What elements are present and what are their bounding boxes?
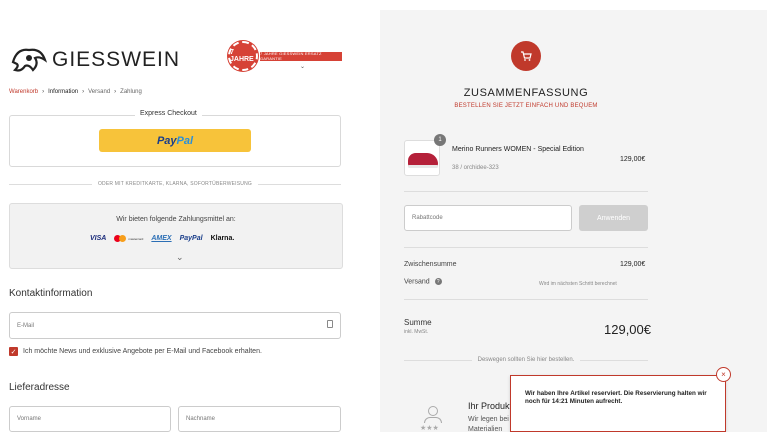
subtotal-value: 129,00€ (620, 261, 646, 268)
divider-line (404, 247, 648, 248)
total-value: 129,00€ (604, 322, 651, 337)
reservation-message: Wir haben Ihre Artikel reserviert. Die R… (525, 390, 707, 405)
lastname-placeholder: Nachname (186, 416, 216, 422)
divider-line (9, 183, 92, 185)
divider-line (404, 299, 648, 300)
email-placeholder: E-Mail (17, 322, 35, 329)
divider-line (404, 191, 648, 192)
total-label: Summe (404, 318, 432, 327)
shipping-row: Versand ? (404, 278, 442, 285)
summary-subtitle: BESTELLEN SIE JETZT EINFACH UND BEQUEM (454, 103, 598, 109)
chevron-down-icon[interactable]: ⌄ (300, 63, 305, 70)
contact-card-icon (327, 320, 333, 328)
guarantee-text: 7 JAHRE GIESSWEIN ERSATZ GARANTIE (260, 51, 342, 61)
close-icon[interactable]: × (716, 367, 731, 382)
mastercard-logo: mastercard (114, 235, 143, 242)
cart-glyph (521, 51, 532, 61)
amex-logo: AMEX (151, 235, 172, 242)
divider-line (580, 359, 649, 361)
breadcrumb-cart[interactable]: Warenkorb (9, 89, 38, 95)
why-order-divider: Deswegen sollten Sie hier bestellen. (404, 357, 649, 363)
mastercard-text: mastercard (128, 236, 144, 241)
newsletter-option[interactable]: ✓ Ich möchte News und exklusive Angebote… (9, 347, 262, 356)
guarantee-seal-icon: 7 JAHRE (228, 41, 258, 71)
brand-logo[interactable]: GIESSWEIN (9, 44, 180, 76)
product-name: Merino Runners WOMEN - Special Edition (452, 146, 584, 153)
shipping-label: Versand (404, 278, 430, 286)
apply-coupon-button[interactable]: Anwenden (579, 205, 648, 231)
paypal-logo: PayPal (179, 235, 203, 242)
avatar-body (424, 417, 442, 423)
benefit-title: Ihr Produkt (468, 401, 513, 411)
payment-methods-box[interactable]: Wir bieten folgende Zahlungsmittel an: V… (9, 203, 343, 269)
chevron-right-icon: › (114, 89, 117, 95)
breadcrumb-shipping: Versand (88, 89, 111, 95)
divider-text: ODER MIT KREDITKARTE, KLARNA, SOFORTÜBER… (97, 181, 253, 187)
paypal-label-part1: Pay (156, 134, 177, 147)
user-rating-icon: ★★★ (420, 406, 446, 432)
newsletter-label: Ich möchte News und exklusive Angebote p… (23, 348, 262, 355)
divider-line (258, 183, 341, 185)
stars-icon: ★★★ (420, 425, 439, 432)
coupon-placeholder: Rabattcode (412, 215, 443, 221)
brand-name: GIESSWEIN (52, 48, 181, 71)
payment-divider: ODER MIT KREDITKARTE, KLARNA, SOFORTÜBER… (9, 179, 341, 189)
cart-icon (511, 41, 541, 71)
firstname-placeholder: Vorname (17, 416, 42, 422)
firstname-field[interactable]: Vorname (9, 406, 171, 432)
paypal-express-button[interactable]: Pay Pal (99, 129, 251, 152)
product-image (404, 140, 440, 176)
divider-line (404, 359, 472, 361)
summary-title: ZUSAMMENFASSUNG (463, 87, 589, 99)
shoe-sole-shape (408, 165, 438, 168)
subtotal-label: Zwischensumme (404, 261, 457, 268)
product-variant: 38 / orchidee-323 (452, 165, 499, 171)
checkout-page: GIESSWEIN 7 JAHRE 7 JAHRE GIESSWEIN ERSA… (0, 0, 767, 432)
breadcrumb-payment: Zahlung (120, 89, 142, 95)
breadcrumb: Warenkorb › Information › Versand › Zahl… (9, 89, 142, 95)
chevron-right-icon: › (82, 89, 85, 95)
help-icon[interactable]: ? (434, 278, 442, 285)
guarantee-banner[interactable]: 7 JAHRE 7 JAHRE GIESSWEIN ERSATZ GARANTI… (228, 41, 342, 71)
chevron-right-icon: › (42, 89, 45, 95)
coupon-field[interactable]: Rabattcode (404, 205, 572, 231)
email-field[interactable]: E-Mail (9, 312, 341, 339)
express-checkout-title: Express Checkout (135, 110, 202, 117)
newsletter-checkbox[interactable]: ✓ (9, 347, 18, 356)
giesswein-logo-icon (11, 48, 48, 72)
chevron-down-icon[interactable]: ⌄ (176, 252, 184, 263)
mastercard-circle-orange (119, 235, 127, 242)
payment-logos: VISA mastercard AMEX PayPal Klarna. (90, 235, 234, 242)
order-summary-column: ZUSAMMENFASSUNG BESTELLEN SIE JETZT EINF… (380, 10, 767, 432)
quantity-badge: 1 (434, 134, 446, 146)
product-price: 129,00€ (620, 156, 646, 163)
paypal-label-part2: Pal (176, 134, 194, 147)
contact-section-title: Kontaktinformation (9, 288, 93, 299)
avatar-head (428, 406, 438, 416)
shipping-section-title: Lieferadresse (9, 382, 70, 393)
total-tax-note: inkl. MwSt. (404, 329, 429, 335)
klarna-logo: Klarna. (210, 235, 235, 242)
reservation-popup: Wir haben Ihre Artikel reserviert. Die R… (510, 375, 726, 432)
why-order-text: Deswegen sollten Sie hier bestellen. (477, 357, 575, 363)
breadcrumb-information: Information (48, 89, 79, 95)
shipping-value: Wird im nächsten Schritt berechnet (539, 281, 617, 287)
lastname-field[interactable]: Nachname (178, 406, 341, 432)
visa-logo: VISA (90, 235, 107, 242)
checkout-form-column: GIESSWEIN 7 JAHRE 7 JAHRE GIESSWEIN ERSA… (0, 0, 380, 432)
payment-methods-intro: Wir bieten folgende Zahlungsmittel an: (116, 216, 236, 223)
